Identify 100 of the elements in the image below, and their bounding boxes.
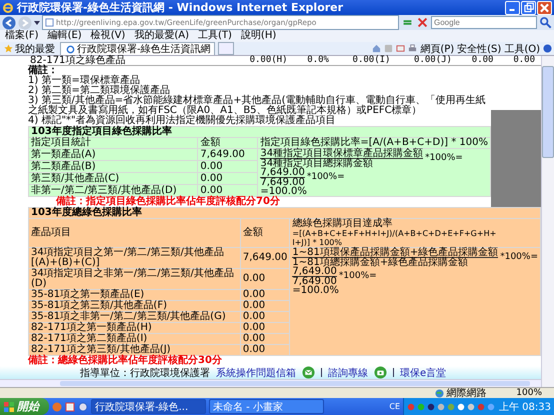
vertical-scrollbar[interactable] — [541, 56, 554, 387]
organization-text: 指導單位：行政院環境保護署 — [80, 366, 210, 380]
table-cell: 7,649.00 — [240, 248, 290, 268]
formula-suffix: *100%= — [425, 154, 463, 163]
table-cell: 0.00 — [240, 312, 290, 322]
caret-icon[interactable] — [34, 20, 40, 24]
close-icon — [538, 2, 551, 14]
table-cell: 35-81項之非第一/第二/第三類/其他產品(G) — [28, 312, 240, 322]
table-cell: 0.00 — [240, 290, 290, 300]
note-item: 2) 第二類=第二類環境保護產品 — [28, 86, 170, 96]
taskbar-button[interactable]: 未命名 - 小畫家 — [209, 399, 324, 414]
stop-button[interactable] — [416, 16, 429, 29]
search-field[interactable]: Google — [431, 16, 537, 29]
home-icon[interactable] — [372, 44, 382, 53]
minimize-button[interactable] — [505, 0, 520, 14]
restore-button[interactable] — [521, 0, 536, 14]
clock: 上午 08:33 — [499, 400, 551, 414]
table-cell: 0.00 — [240, 300, 290, 312]
table-cell: 0.00 — [458, 56, 500, 66]
table-cell: 82-171項之綠色產品 — [28, 56, 232, 66]
table-cell: 82-171項之第三類/其他產品(J) — [28, 344, 240, 356]
column-header: 產品項目 — [28, 218, 240, 248]
formula-numerator: 7,649.00 — [292, 267, 337, 277]
table-cell: 82-171項之第二類產品(I) — [28, 334, 240, 344]
mail-icon[interactable] — [396, 44, 406, 53]
close-button[interactable] — [537, 0, 552, 14]
table-cell: 0.00 — [198, 172, 258, 184]
table-cell: 34項指定項目之第一/第二/第三類/其他產品[(A)+(B)+(C)] — [28, 248, 240, 268]
table-cell: 0.00 — [499, 56, 541, 66]
table-cell: 0.00(J) — [396, 56, 458, 66]
restore-icon — [522, 2, 535, 14]
formula-suffix: *100%= — [500, 253, 538, 262]
table-cell: 0.00 — [240, 322, 290, 334]
table-cell: 82-171項之第一類產品(H) — [28, 322, 240, 334]
table-cell: 7,649.00 — [198, 148, 258, 160]
horizontal-scrollbar[interactable] — [0, 379, 541, 387]
formula-text: =[(A+B+C+E+F+H+I+J)/(A+B+C+D+E+F+G+H+I+J)] * 100% — [292, 229, 496, 247]
command-menu[interactable]: 網頁(P) — [420, 42, 454, 56]
column-header: 金額 — [240, 218, 290, 248]
formula-denominator: 7,649.00 — [292, 277, 337, 286]
column-header: 指定項目統計 — [28, 138, 198, 148]
note-item: 1) 第一類=環保標章產品 — [28, 76, 140, 86]
table-title: 103年度總綠色採購比率 — [28, 208, 540, 218]
table-cell: 0.00(I) — [334, 56, 396, 66]
new-tab-button[interactable] — [218, 42, 234, 55]
menu-item[interactable]: 檔案(F) — [5, 30, 39, 42]
menu-item[interactable]: 我的最愛(A) — [134, 30, 189, 42]
zoom-level[interactable]: 100% — [516, 388, 542, 398]
formula-numerator: 7,649.00 — [260, 168, 305, 178]
print-icon[interactable] — [408, 44, 418, 53]
menu-item[interactable]: 工具(T) — [198, 30, 232, 42]
browser-logo-icon — [2, 2, 14, 14]
browser-logo-icon — [66, 44, 75, 54]
formula-numerator: 34種指定項目環保標章產品採購金額 — [260, 149, 424, 159]
envelope-icon[interactable] — [302, 366, 315, 379]
table-cell: 35-81項之第三類/其他產品(F) — [28, 300, 240, 312]
menu-item[interactable]: 檢視(V) — [90, 30, 126, 42]
formula-result: =100.0% — [292, 286, 340, 295]
favorites-button[interactable]: 我的最愛 — [2, 42, 57, 56]
command-menu[interactable]: 安全性(S) — [457, 42, 502, 56]
table-cell: 第二類產品(B) — [28, 160, 198, 172]
footer-link[interactable]: 諮詢專線 — [328, 366, 368, 380]
window-title: 行政院環保署-綠色生活資訊網 - Windows Internet Explorer — [17, 0, 344, 15]
table-title: 103年度指定項目綠色採購比率 — [28, 126, 490, 138]
start-button[interactable]: 開始 — [0, 398, 49, 415]
windows-flag-icon — [4, 402, 14, 412]
table-cell: 非第一/第二/第三類/其他產品(D) — [28, 184, 198, 196]
table-cell: 34項指定項目之非第一/第二/第三類/其他產品(D) — [28, 268, 240, 290]
command-menu[interactable]: 工具(O) — [504, 42, 540, 56]
star-icon — [4, 44, 13, 53]
browser-tab[interactable]: 行政院環保署-綠色生活資訊網 — [60, 42, 215, 55]
stop-icon — [416, 16, 429, 29]
formula-denominator: 1~81項總採購金額+綠色產品採購金額 — [292, 258, 470, 267]
table-cell: 第三類/其他產品(C) — [28, 172, 198, 184]
search-button[interactable] — [539, 16, 552, 29]
menu-item[interactable]: 編輯(E) — [48, 30, 82, 42]
scoring-note: 備註：總綠色採購比率佔年度評核配分30分 — [26, 356, 223, 366]
table-cell: 0.00(H) — [232, 56, 294, 66]
language-indicator[interactable]: CE — [389, 402, 400, 411]
formula-numerator: 1~81項環保產品採購金額+綠色產品採購金額 — [292, 248, 498, 258]
formula-suffix: *100%= — [306, 173, 345, 182]
table-cell: 第一類產品(A) — [28, 148, 198, 160]
table-cell: 0.00 — [198, 184, 258, 196]
notes-heading: 備註： — [28, 66, 59, 76]
footer-link[interactable]: 系統操作問題信箱 — [216, 366, 296, 380]
table-cell: 0.00 — [198, 160, 258, 172]
taskbar-button[interactable]: 行政院環保署-綠色... — [91, 399, 206, 414]
page-icon — [45, 18, 54, 27]
table-cell: 0.00 — [240, 334, 290, 344]
note-item: 3) 第三類/其他產品=省水節能綠建材標章產品+其他產品(電動輔助自行車、電動自行車、「使用再生紙之紙製文具及書寫用紙，如有FSC（限A0、A1、B5、色紙既筆記本規格）或PEFC標章） — [28, 96, 486, 116]
column-header: 指定項目綠色採購比率=[A/(A+B+C+D)] * 100% — [258, 138, 490, 148]
menu-item[interactable]: 說明(H) — [240, 30, 276, 42]
app-icon[interactable] — [65, 402, 75, 412]
phone-icon[interactable] — [374, 366, 387, 379]
formula-suffix: *100%= — [338, 272, 377, 281]
minimize-icon — [509, 8, 515, 10]
note-item: 4) 標記"*"者為資源回收再利用法指定機關優先採購環境保護產品項目 — [28, 116, 337, 126]
footer-link[interactable]: 環保e言堂 — [400, 366, 446, 380]
column-header: 金額 — [198, 138, 258, 148]
formula-denominator: 34種指定項目總採購金額 — [260, 159, 374, 168]
